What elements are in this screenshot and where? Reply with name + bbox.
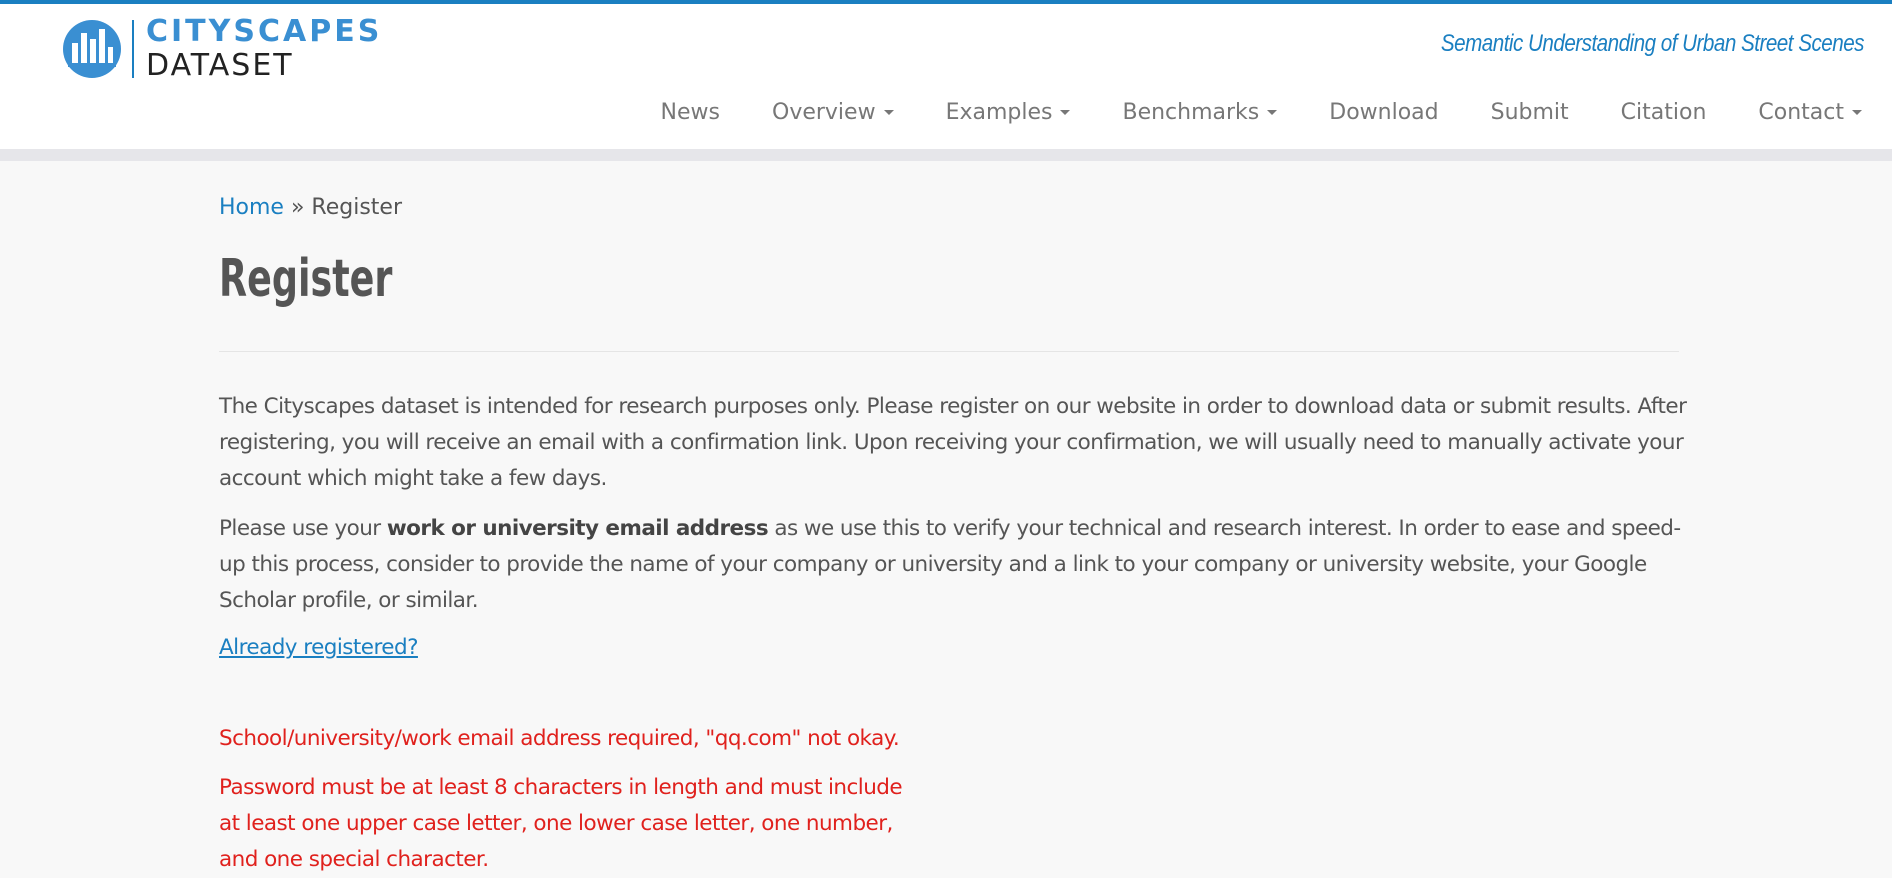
site-header: CITYSCAPES DATASET Semantic Understandin…: [0, 4, 1892, 149]
nav-item-label: Examples: [945, 100, 1053, 125]
nav-item-overview[interactable]: Overview: [746, 100, 920, 125]
nav-item-benchmarks[interactable]: Benchmarks: [1096, 100, 1303, 125]
logo-line-1: CITYSCAPES: [146, 14, 383, 49]
nav-item-submit[interactable]: Submit: [1465, 100, 1595, 125]
email-note-paragraph: Please use your work or university email…: [219, 511, 1689, 619]
header-shadow: [0, 149, 1892, 161]
nav-item-label: Submit: [1490, 100, 1569, 125]
already-registered-link[interactable]: Already registered?: [219, 635, 418, 660]
caret-down-icon: [1267, 110, 1278, 115]
breadcrumb-home-link[interactable]: Home: [219, 195, 284, 220]
nav-item-contact[interactable]: Contact: [1732, 100, 1862, 125]
nav-item-download[interactable]: Download: [1303, 100, 1464, 125]
email-note-before: Please use your: [219, 516, 387, 541]
caret-down-icon: [1852, 110, 1862, 115]
logo-text: CITYSCAPES DATASET: [146, 17, 382, 81]
breadcrumb-separator: »: [283, 195, 312, 220]
nav-item-label: Overview: [772, 100, 876, 125]
title-divider: [219, 351, 1679, 352]
logo-line-2: DATASET: [146, 48, 294, 83]
cityscapes-logo-icon: [62, 19, 122, 79]
nav-item-label: Download: [1329, 100, 1439, 125]
caret-down-icon: [883, 110, 894, 115]
breadcrumb-current: Register: [311, 195, 402, 220]
nav-item-label: News: [660, 100, 720, 125]
nav-item-examples[interactable]: Examples: [920, 100, 1097, 125]
nav-item-citation[interactable]: Citation: [1595, 100, 1733, 125]
page-title: Register: [219, 249, 393, 309]
nav-item-news[interactable]: News: [635, 100, 746, 125]
site-tagline: Semantic Understanding of Urban Street S…: [1440, 30, 1865, 57]
email-note-bold: work or university email address: [386, 516, 769, 541]
intro-paragraph: The Cityscapes dataset is intended for r…: [219, 394, 1687, 491]
logo-divider: [132, 20, 134, 78]
site-logo[interactable]: CITYSCAPES DATASET: [62, 14, 392, 84]
email-error-message: School/university/work email address req…: [219, 726, 900, 751]
nav-item-label: Contact: [1758, 100, 1844, 125]
nav-item-label: Citation: [1620, 100, 1707, 125]
breadcrumb: Home » Register: [219, 195, 402, 220]
caret-down-icon: [1060, 110, 1071, 115]
main-navigation: News Overview Examples Benchmarks Download Su…: [635, 100, 1862, 125]
nav-item-label: Benchmarks: [1122, 100, 1260, 125]
